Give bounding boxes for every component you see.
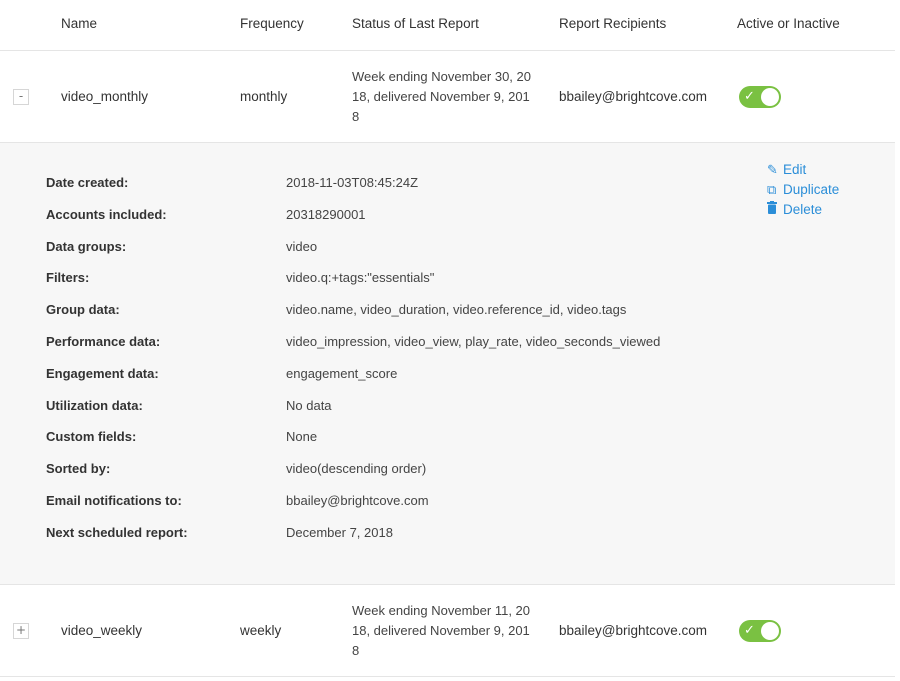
detail-value: engagement_score (286, 365, 398, 381)
detail-label: Date created: (46, 175, 129, 190)
report-recipients: bbailey@brightcove.com (559, 623, 708, 638)
active-toggle[interactable]: ✓ (739, 620, 781, 642)
report-name: video_monthly (61, 89, 149, 104)
detail-label: Engagement data: (46, 365, 159, 381)
detail-label: Group data: (46, 302, 120, 318)
active-toggle[interactable]: ✓ (739, 86, 781, 108)
detail-value: December 7, 2018 (286, 524, 393, 540)
detail-value: video.q:+tags:"essentials" (286, 270, 435, 286)
duplicate-button[interactable]: ⧉ Duplicate (767, 180, 839, 200)
report-frequency: monthly (240, 89, 288, 104)
detail-value: video.name, video_duration, video.refere… (286, 302, 627, 318)
detail-value: video_impression, video_view, play_rate,… (286, 334, 661, 349)
edit-button[interactable]: ✎ Edit (767, 160, 839, 180)
toggle-knob (761, 622, 779, 640)
detail-value: 2018-11-03T08:45:24Z (286, 175, 419, 190)
detail-label: Data groups: (46, 238, 127, 254)
check-icon: ✓ (744, 623, 755, 638)
check-icon: ✓ (744, 89, 755, 104)
column-header-recipients[interactable]: Report Recipients (559, 16, 666, 31)
detail-label: Next scheduled report: (46, 524, 188, 540)
delete-button[interactable]: Delete (767, 200, 839, 220)
toggle-knob (761, 88, 779, 106)
report-status: Week ending November 11, 2018, delivered… (352, 603, 531, 658)
detail-label: Email notifications to: (46, 493, 182, 508)
report-details-panel: Date created: 2018-11-03T08:45:24Z Account… (0, 143, 895, 585)
collapse-row-button[interactable]: - (13, 89, 29, 105)
detail-value: video (286, 238, 318, 254)
column-header-status[interactable]: Status of Last Report (352, 16, 479, 31)
detail-value: 20318290001 (286, 206, 366, 222)
report-frequency: weekly (240, 623, 282, 638)
detail-value: None (286, 429, 318, 445)
detail-value: video(descending order) (286, 461, 427, 477)
detail-value: bbailey@brightcove.com (286, 493, 429, 508)
column-header-name[interactable]: Name (61, 16, 97, 31)
table-header: Name Frequency Status of Last Report Rep… (0, 0, 895, 51)
pencil-icon: ✎ (767, 163, 778, 178)
table-row: - video_monthly monthly Week ending Nove… (0, 51, 895, 143)
detail-label: Accounts included: (46, 206, 167, 222)
detail-label: Filters: (46, 270, 90, 286)
column-header-frequency[interactable]: Frequency (240, 16, 304, 31)
detail-label: Custom fields: (46, 429, 137, 445)
trash-icon (767, 201, 783, 221)
detail-label: Utilization data: (46, 397, 143, 413)
report-status: Week ending November 30, 2018, delivered… (352, 69, 531, 124)
detail-label: Sorted by: (46, 461, 111, 477)
detail-label: Performance data: (46, 334, 161, 349)
column-header-active[interactable]: Active or Inactive (737, 16, 840, 31)
detail-value: No data (286, 397, 332, 413)
expand-row-button[interactable]: + (13, 623, 29, 639)
report-name: video_weekly (61, 623, 143, 638)
report-actions: ✎ Edit ⧉ Duplicate Delete (767, 160, 839, 220)
report-recipients: bbailey@brightcove.com (559, 89, 708, 104)
table-row: + video_weekly weekly Week ending Novemb… (0, 585, 895, 677)
copy-icon: ⧉ (767, 183, 777, 198)
